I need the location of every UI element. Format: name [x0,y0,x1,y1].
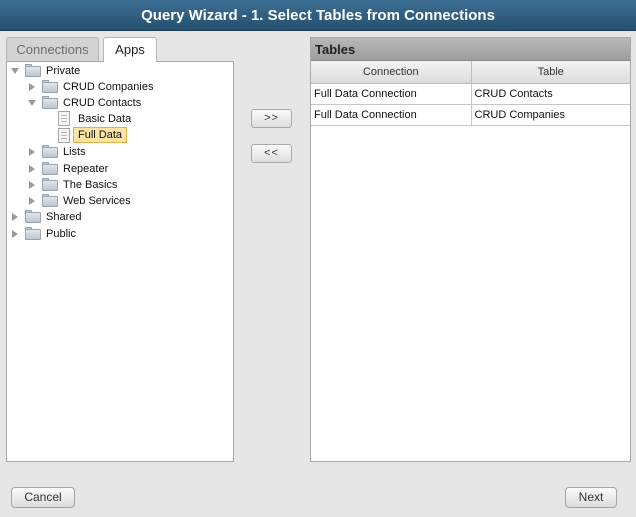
folder-icon [42,145,58,158]
expand-icon[interactable] [11,68,19,74]
tree-item-label: Repeater [63,163,109,175]
folder-icon [25,64,41,77]
tree-item-label: Lists [63,146,86,158]
folder-icon [42,178,58,191]
window-title: Query Wizard - 1. Select Tables from Con… [0,0,636,31]
tree-item-label: CRUD Companies [63,81,154,93]
tables-panel-title: Tables [311,38,630,61]
collapse-icon[interactable] [29,148,35,156]
cell-table: CRUD Contacts [471,83,630,105]
collapse-icon[interactable] [12,213,18,221]
selected-tables-grid: Connection Table Full Data Connection CR… [311,61,630,126]
table-row[interactable]: Full Data Connection CRUD Contacts [311,83,630,105]
tree-item-label: Public [46,228,76,240]
folder-icon [42,194,58,207]
table-row[interactable]: Full Data Connection CRUD Companies [311,104,630,126]
tab-connections[interactable]: Connections [6,37,99,62]
remove-table-button[interactable]: << [251,144,292,163]
tables-panel: Tables Connection Table Full Data Connec… [310,37,631,462]
table-icon [58,128,70,143]
tree-item-label: CRUD Contacts [63,97,142,109]
folder-icon [42,96,58,109]
collapse-icon[interactable] [29,181,35,189]
expand-icon[interactable] [28,100,36,106]
cell-table: CRUD Companies [471,104,630,126]
collapse-icon[interactable] [29,165,35,173]
collapse-icon[interactable] [29,83,35,91]
folder-icon [25,210,41,223]
tab-apps[interactable]: Apps [103,37,157,62]
cell-connection: Full Data Connection [311,83,472,105]
cancel-button[interactable]: Cancel [11,487,75,508]
cell-connection: Full Data Connection [311,104,472,126]
table-icon [58,111,70,126]
tree-item-label: The Basics [63,179,118,191]
tree-item-label: Web Services [63,195,131,207]
tree-item-label: Shared [46,211,82,223]
collapse-icon[interactable] [12,230,18,238]
add-table-button[interactable]: >> [251,109,292,128]
folder-icon [25,227,41,240]
tree-item-label: Basic Data [78,113,132,125]
tree-item-label: Full Data [73,127,128,143]
folder-icon [42,162,58,175]
tree-item-label: Private [46,65,81,77]
next-button[interactable]: Next [565,487,617,508]
collapse-icon[interactable] [29,197,35,205]
column-header-connection[interactable]: Connection [311,61,472,84]
column-header-table[interactable]: Table [471,61,630,84]
folder-icon [42,80,58,93]
app-tree: Private CRUD Companies CRUD Contacts Bas… [6,61,234,462]
